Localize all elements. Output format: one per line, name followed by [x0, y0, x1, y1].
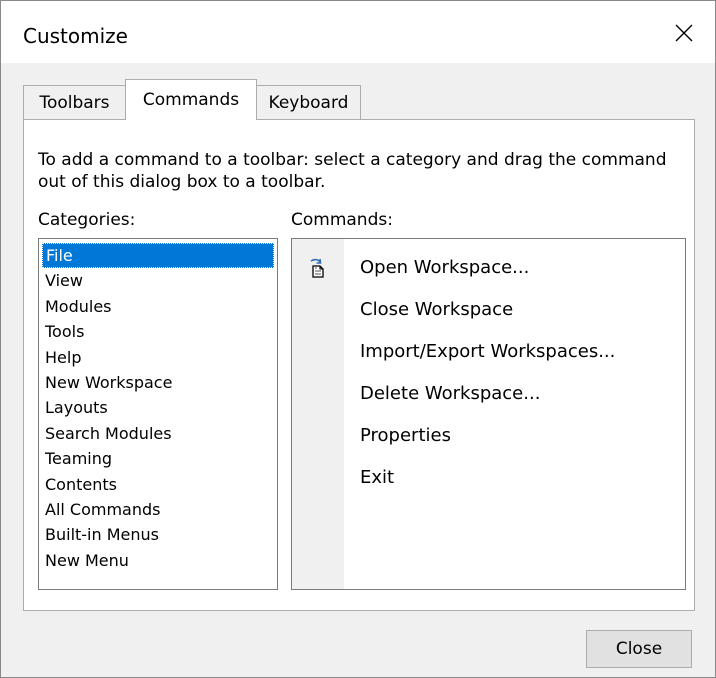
tab-keyboard[interactable]: Keyboard	[256, 85, 361, 119]
category-item-teaming[interactable]: Teaming	[42, 446, 274, 471]
command-label: Delete Workspace...	[360, 383, 541, 404]
close-window-button[interactable]	[653, 1, 715, 63]
category-item-new-workspace[interactable]: New Workspace	[42, 370, 274, 395]
category-item-contents[interactable]: Contents	[42, 472, 274, 497]
category-item-new-menu[interactable]: New Menu	[42, 548, 274, 573]
categories-list[interactable]: File View Modules Tools Help New Workspa…	[38, 238, 278, 590]
command-item-open-workspace[interactable]: Open Workspace...	[292, 247, 685, 289]
command-item-close-workspace[interactable]: Close Workspace	[292, 289, 685, 331]
command-label: Properties	[360, 425, 451, 446]
category-item-view[interactable]: View	[42, 268, 274, 293]
command-label: Import/Export Workspaces...	[360, 341, 616, 362]
dialog-title: Customize	[23, 24, 128, 48]
open-workspace-icon	[306, 258, 328, 284]
command-item-exit[interactable]: Exit	[292, 457, 685, 499]
command-item-properties[interactable]: Properties	[292, 415, 685, 457]
commands-label: Commands:	[291, 210, 393, 230]
command-label: Open Workspace...	[360, 257, 530, 278]
category-item-layouts[interactable]: Layouts	[42, 395, 274, 420]
command-item-import-export-workspaces[interactable]: Import/Export Workspaces...	[292, 331, 685, 373]
tab-commands[interactable]: Commands	[125, 79, 257, 120]
category-item-built-in-menus[interactable]: Built-in Menus	[42, 522, 274, 547]
command-label: Close Workspace	[360, 299, 514, 320]
category-item-tools[interactable]: Tools	[42, 319, 274, 344]
category-item-help[interactable]: Help	[42, 345, 274, 370]
commands-list[interactable]: Open Workspace... Close Workspace Import…	[291, 238, 686, 590]
category-item-search-modules[interactable]: Search Modules	[42, 421, 274, 446]
title-bar: Customize	[1, 1, 715, 63]
category-item-file[interactable]: File	[42, 243, 274, 269]
instructions-text: To add a command to a toolbar: select a …	[38, 150, 667, 192]
command-item-delete-workspace[interactable]: Delete Workspace...	[292, 373, 685, 415]
tab-toolbars[interactable]: Toolbars	[23, 85, 126, 119]
category-item-all-commands[interactable]: All Commands	[42, 497, 274, 522]
close-button[interactable]: Close	[586, 630, 692, 668]
category-item-modules[interactable]: Modules	[42, 294, 274, 319]
categories-label: Categories:	[38, 210, 136, 230]
command-label: Exit	[360, 467, 395, 488]
close-icon	[675, 24, 693, 42]
customize-dialog: Customize Toolbars Commands Keyboard To …	[0, 0, 716, 678]
